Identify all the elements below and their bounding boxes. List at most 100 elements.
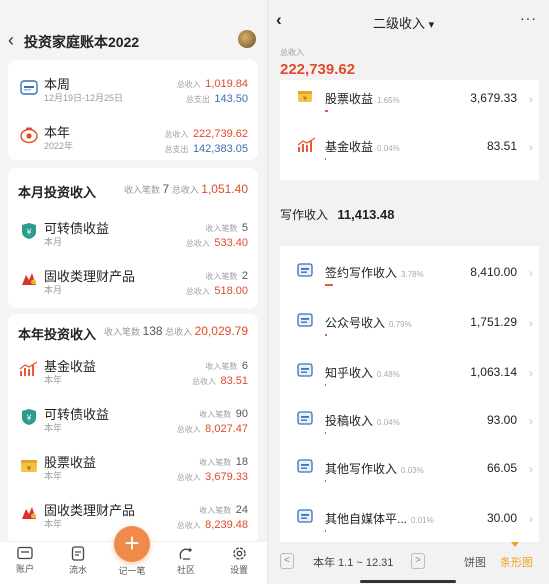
row-value: 83.51 bbox=[486, 139, 517, 153]
wallet-icon: ¥ bbox=[18, 454, 40, 476]
summary-week-subtitle: 12月19日-12月25日 bbox=[44, 93, 124, 103]
writing-row[interactable]: 其他写作收入 0.03% 66.05 › bbox=[280, 446, 539, 495]
row-label: 其他写作收入 bbox=[325, 462, 398, 476]
week-expense: 143.50 bbox=[214, 93, 248, 105]
svg-text:¥: ¥ bbox=[27, 465, 32, 473]
row-fund-income[interactable]: 基金收益 0.04% 83.51 › bbox=[280, 124, 539, 173]
row-value: 3,679.33 bbox=[470, 91, 517, 105]
row-percent: 0.01% bbox=[411, 516, 434, 525]
total-label: 总收入 bbox=[176, 425, 201, 434]
row-percent: 0.03% bbox=[401, 466, 424, 475]
writing-row[interactable]: 投稿收入 0.04% 93.00 › bbox=[280, 398, 539, 447]
month-count: 7 bbox=[162, 182, 170, 196]
row-bar bbox=[325, 530, 326, 532]
item-subtitle: 本月 bbox=[44, 237, 63, 247]
summary-year[interactable]: 本年 2022年 总收入 222,739.62 总支出 142,383.05 bbox=[8, 114, 258, 160]
count-label: 收入笔数 bbox=[205, 272, 238, 281]
income-label: 总收入 bbox=[176, 80, 201, 89]
gear-icon bbox=[232, 547, 246, 560]
tab-account[interactable]: 账户 bbox=[5, 546, 45, 575]
row-bar bbox=[325, 384, 326, 386]
home-indicator bbox=[360, 580, 456, 583]
tab-add[interactable]: 记一笔 bbox=[112, 564, 152, 577]
prev-period-button[interactable]: < bbox=[280, 553, 294, 569]
period-label[interactable]: 本年 1.1 ~ 12.31 bbox=[313, 554, 393, 570]
tab-bar-chart[interactable]: 条形图 bbox=[500, 554, 533, 570]
fund-chart-icon bbox=[297, 137, 317, 158]
more-icon[interactable]: ··· bbox=[520, 10, 537, 26]
year-item-stock[interactable]: ¥ 股票收益 本年 收入笔数 18 总收入 3,679.33 bbox=[8, 444, 258, 490]
total-label: 总收入 bbox=[185, 287, 210, 296]
tab-flow[interactable]: 流水 bbox=[58, 546, 98, 576]
item-total: 83.51 bbox=[220, 375, 248, 387]
tab-add-label: 记一笔 bbox=[118, 566, 146, 576]
row-stock-income[interactable]: ¥ 股票收益 1.65% 3,679.33 › bbox=[280, 76, 539, 125]
avatar[interactable] bbox=[238, 30, 256, 48]
writing-row[interactable]: 公众号收入 0.79% 1,751.29 › bbox=[280, 300, 539, 349]
total-label: 总收入 bbox=[192, 377, 217, 386]
piggy-bank-icon bbox=[18, 124, 40, 146]
page-title: 投资家庭账本2022 bbox=[24, 34, 140, 50]
tab-pie-chart[interactable]: 饼图 bbox=[464, 554, 486, 570]
income-level-dropdown[interactable]: 二级收入 ▾ bbox=[373, 13, 434, 32]
item-subtitle: 本年 bbox=[44, 471, 63, 481]
tab-account-label: 账户 bbox=[15, 564, 34, 574]
summary-week[interactable]: 本周 12月19日-12月25日 总收入 1,019.84 总支出 143.50 bbox=[8, 64, 258, 110]
row-value: 93.00 bbox=[486, 413, 517, 427]
row-label: 公众号收入 bbox=[325, 316, 386, 330]
chevron-right-icon: › bbox=[529, 366, 533, 380]
svg-text:¥: ¥ bbox=[303, 96, 307, 103]
item-total: 8,027.47 bbox=[205, 423, 248, 435]
writing-row[interactable]: 其他自媒体平... 0.01% 30.00 › bbox=[280, 496, 539, 545]
back-icon[interactable]: ‹ bbox=[8, 30, 14, 51]
expense-label: 总支出 bbox=[185, 95, 210, 104]
row-bar bbox=[325, 158, 326, 160]
chevron-right-icon: › bbox=[529, 140, 533, 154]
chevron-right-icon: › bbox=[529, 414, 533, 428]
month-item-fixed-income[interactable]: 固收类理财产品 本月 收入笔数 2 总收入 518.00 bbox=[8, 258, 258, 304]
total-label: 总收入 bbox=[176, 521, 201, 530]
row-bar bbox=[325, 480, 326, 482]
row-bar bbox=[325, 284, 333, 286]
community-icon bbox=[179, 548, 192, 560]
document-icon bbox=[297, 411, 313, 430]
month-item-convertible-bond[interactable]: ¥ 可转债收益 本月 收入笔数 5 总收入 533.40 bbox=[8, 210, 258, 256]
tab-community-label: 社区 bbox=[176, 565, 195, 575]
row-value: 66.05 bbox=[486, 461, 517, 475]
summary-year-subtitle: 2022年 bbox=[44, 141, 74, 151]
item-subtitle: 本年 bbox=[44, 375, 63, 385]
total-income-label: 总收入 bbox=[280, 48, 304, 57]
row-label: 签约写作收入 bbox=[325, 266, 398, 280]
year-total: 20,029.79 bbox=[194, 324, 248, 338]
tab-settings-label: 设置 bbox=[229, 565, 248, 575]
year-item-fund[interactable]: 基金收益 本年 收入笔数 6 总收入 83.51 bbox=[8, 348, 258, 394]
writing-section-title: 写作收入 bbox=[280, 208, 329, 222]
tab-community[interactable]: 社区 bbox=[166, 546, 206, 576]
item-subtitle: 本年 bbox=[44, 423, 63, 433]
back-icon[interactable]: ‹ bbox=[276, 10, 282, 30]
writing-row[interactable]: 知乎收入 0.48% 1,063.14 › bbox=[280, 350, 539, 399]
document-icon bbox=[297, 459, 313, 478]
item-subtitle: 本年 bbox=[44, 519, 63, 529]
row-value: 1,751.29 bbox=[470, 315, 517, 329]
row-bar bbox=[325, 110, 328, 112]
tab-settings[interactable]: 设置 bbox=[219, 546, 259, 576]
shield-yen-icon: ¥ bbox=[18, 220, 40, 242]
row-value: 8,410.00 bbox=[470, 265, 517, 279]
summary-card: 本周 12月19日-12月25日 总收入 1,019.84 总支出 143.50… bbox=[8, 60, 258, 160]
next-period-button[interactable]: > bbox=[411, 553, 425, 569]
total-label: 总收入 bbox=[171, 185, 199, 195]
expense-label: 总支出 bbox=[164, 145, 189, 154]
active-tab-indicator bbox=[511, 542, 519, 547]
add-record-button[interactable]: + bbox=[114, 526, 150, 562]
svg-text:¥: ¥ bbox=[26, 228, 31, 237]
item-total: 8,239.48 bbox=[205, 519, 248, 531]
income-label: 总收入 bbox=[164, 130, 189, 139]
writing-row[interactable]: 签约写作收入 3.78% 8,410.00 › bbox=[280, 250, 539, 299]
header-title: 二级收入 bbox=[373, 16, 426, 31]
writing-section-header: 写作收入 11,413.48 bbox=[280, 206, 394, 223]
row-value: 1,063.14 bbox=[470, 365, 517, 379]
year-item-convertible-bond[interactable]: ¥ 可转债收益 本年 收入笔数 90 总收入 8,027.47 bbox=[8, 396, 258, 442]
item-subtitle: 本月 bbox=[44, 285, 63, 295]
count-label: 收入笔数 bbox=[199, 506, 232, 515]
